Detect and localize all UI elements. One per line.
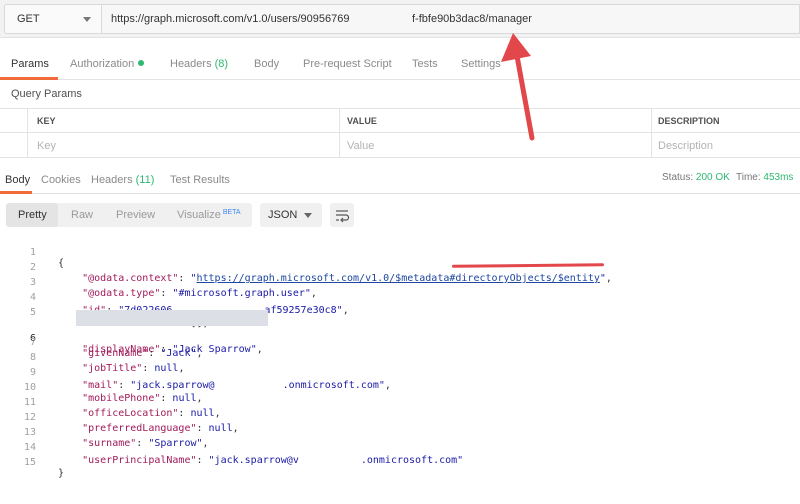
url-text-end: f-fbfe90b3dac8/manager (412, 13, 532, 25)
query-params-table: KEY VALUE DESCRIPTION Key Value Descript… (0, 108, 800, 158)
tab-response-headers[interactable]: Headers (11) (91, 174, 154, 186)
code-line: 6 "displayName": "Jack Sparrow", (0, 310, 800, 355)
code-line: 8 "jobTitle": null, (0, 341, 800, 374)
chevron-down-icon (83, 17, 91, 22)
request-bar: GET https://graph.microsoft.com/v1.0/use… (0, 0, 800, 38)
active-tab-indicator (0, 191, 32, 194)
column-header-value: VALUE (347, 116, 377, 126)
table-divider (651, 109, 652, 158)
table-divider (27, 109, 28, 158)
code-line: 13 "surname": "Sparrow", (0, 416, 800, 449)
query-params-title: Query Params (11, 88, 82, 100)
visualize-label: Visualize (177, 209, 221, 221)
code-line: 4 "id": "7d022606af59257e30c8", (0, 281, 800, 316)
response-headers-count: (11) (135, 174, 155, 186)
response-tabs: Body Cookies Headers (11) Test Results S… (0, 166, 800, 194)
tab-response-body[interactable]: Body (5, 174, 30, 186)
response-toolbar: Pretty Raw Preview Visualize BETA JSON (0, 197, 800, 233)
column-header-description: DESCRIPTION (658, 116, 720, 126)
code-line: 9 "mail": "jack.sparrow@ .onmicrosoft.com… (0, 356, 800, 391)
response-body-viewer[interactable]: 1 { 2 "@odata.context": "https://graph.m… (0, 236, 800, 479)
code-line: 10 "mobilePhone": null, (0, 371, 800, 404)
preview-button[interactable]: Preview (116, 209, 155, 221)
tab-params[interactable]: Params (11, 58, 49, 70)
code-line: 7 "givenName": "Jack", (0, 326, 800, 359)
method-select[interactable]: GET (4, 4, 102, 34)
visualize-button[interactable]: Visualize BETA (177, 209, 241, 221)
raw-button[interactable]: Raw (71, 209, 93, 221)
code-line: 5 "businessPhones": [], (0, 296, 800, 329)
wrap-lines-icon (336, 210, 350, 223)
tab-authorization[interactable]: Authorization (70, 58, 145, 70)
time-value: 453ms (763, 172, 794, 183)
code-text: } (58, 468, 64, 479)
table-divider (0, 132, 800, 133)
chevron-down-icon (304, 213, 312, 218)
tab-headers-label: Headers (170, 58, 212, 70)
key-input[interactable]: Key (37, 140, 56, 152)
column-header-key: KEY (37, 116, 56, 126)
tab-test-results[interactable]: Test Results (170, 174, 230, 186)
wrap-lines-button[interactable] (330, 203, 354, 227)
selection-highlight (76, 310, 268, 326)
view-mode-group: Pretty Raw Preview Visualize BETA (6, 203, 252, 227)
line-number: 15 (23, 457, 36, 468)
tab-pre-request-script[interactable]: Pre-request Script (303, 58, 392, 70)
code-line: 11 "officeLocation": null, (0, 386, 800, 419)
code-line: 12 "preferredLanguage": null, (0, 401, 800, 434)
active-tab-indicator (0, 77, 58, 80)
value-input[interactable]: Value (347, 140, 374, 152)
json-brace: } (58, 468, 65, 479)
status-label: Status: (662, 172, 694, 183)
code-line: 2 "@odata.context": "https://graph.micro… (0, 251, 800, 284)
format-select[interactable]: JSON (260, 203, 322, 227)
format-label: JSON (268, 209, 298, 221)
status-indicator: Status: 200 OK (662, 172, 730, 183)
code-line: 3 "@odata.type": "#microsoft.graph.user"… (0, 266, 800, 299)
status-dot-icon (138, 60, 145, 66)
tab-cookies[interactable]: Cookies (41, 174, 81, 186)
time-indicator: Time: 453ms (736, 172, 793, 183)
status-value: 200 OK (695, 172, 730, 183)
description-input[interactable]: Description (658, 140, 713, 152)
time-label: Time: (736, 172, 761, 183)
beta-badge: BETA (222, 209, 241, 216)
url-text-start: https://graph.microsoft.com/v1.0/users/9… (111, 13, 350, 25)
table-divider (339, 109, 340, 158)
tab-authorization-label: Authorization (70, 58, 135, 70)
code-line: 15 } (0, 446, 800, 479)
code-line: 14 "userPrincipalName": "jack.sparrow@v.… (0, 431, 800, 466)
code-line: 1 { (0, 236, 800, 269)
method-label: GET (17, 13, 40, 25)
tab-response-headers-label: Headers (91, 174, 133, 186)
pretty-button[interactable]: Pretty (18, 209, 47, 221)
tab-body[interactable]: Body (254, 58, 279, 70)
request-tabs: Params Authorization Headers (8) Body Pr… (0, 50, 800, 80)
headers-count: (8) (214, 58, 229, 70)
url-input[interactable]: https://graph.microsoft.com/v1.0/users/9… (102, 4, 800, 34)
tab-headers[interactable]: Headers (8) (170, 58, 228, 70)
tab-tests[interactable]: Tests (412, 58, 438, 70)
tab-settings[interactable]: Settings (461, 58, 501, 70)
